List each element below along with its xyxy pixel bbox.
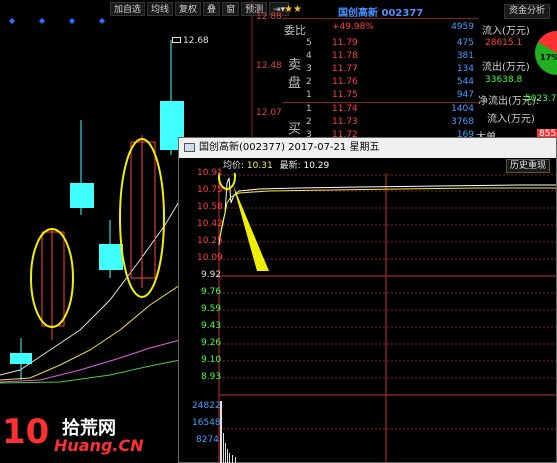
quote-panel: ★★ 国创高新 002377 资金分析 委比 +49.98% 4959 卖 盘 … <box>282 0 557 150</box>
inflow-label-2: 流入(万元) <box>487 114 535 125</box>
bid-row[interactable]: 1 11.74 1404 <box>282 104 478 118</box>
price-axis-label: 10.75 <box>197 185 223 195</box>
popup-titlebar[interactable]: 国创高新(002377) 2017-07-21 星期五 <box>179 138 556 158</box>
popup-infobar: 均价: 10.31 最新: 10.29 历史重现 <box>179 159 556 173</box>
price-axis-label: 9.10 <box>201 355 222 365</box>
outflow-label: 流出(万元) <box>482 62 530 73</box>
volume-axis-label: 24822 <box>192 401 221 411</box>
price-axis-label: 8.93 <box>201 372 222 382</box>
star-icon[interactable]: ★★ <box>284 4 302 15</box>
inflow-label: 流入(万元) <box>482 26 530 37</box>
volume-axis-label: 16548 <box>192 418 221 428</box>
site-watermark: 10 拾荒网 Huang.CN <box>2 412 144 460</box>
kline-axis-label: 12.48 <box>256 61 282 71</box>
fund-analysis-button[interactable]: 资金分析 <box>504 4 551 19</box>
high-price-label: 12.68 <box>172 36 209 46</box>
intraday-chart <box>218 173 556 463</box>
price-axis-label: 9.92 <box>201 270 222 280</box>
adjust-price-button[interactable]: 复权 <box>175 2 202 16</box>
price-axis-label: 10.25 <box>197 236 223 246</box>
candles <box>10 40 184 380</box>
price-axis-label: 9.43 <box>201 321 222 331</box>
ask-row[interactable]: 2 11.76 544 <box>282 77 478 91</box>
watermark-en: Huang.CN <box>54 436 144 455</box>
ask-row[interactable]: 4 11.78 381 <box>282 51 478 65</box>
outflow-value: 33638.8 <box>485 75 523 85</box>
volume-bars <box>220 401 236 463</box>
price-axis-label: 10.91 <box>197 168 223 178</box>
volume-axis-label: 8274 <box>196 435 219 445</box>
timeline-markers <box>9 18 105 24</box>
add-favorite-button[interactable]: 加自选 <box>110 2 146 16</box>
overlay-button[interactable]: 叠 <box>203 2 221 16</box>
kline-axis-label: 12.07 <box>256 108 282 118</box>
price-axis-label: 9.76 <box>201 287 222 297</box>
price-axis-label: 10.09 <box>197 253 223 263</box>
price-axis-label: 9.59 <box>201 304 222 314</box>
history-replay-button[interactable]: 历史重现 <box>505 159 550 173</box>
inflow-value: 28615.1 <box>485 38 523 48</box>
ask-row[interactable]: 5 11.79 475 <box>282 38 478 52</box>
kline-axis-label: 12.88 <box>256 12 282 22</box>
window-icon <box>184 143 195 152</box>
popup-title: 国创高新(002377) 2017-07-21 星期五 <box>199 142 380 153</box>
window-button[interactable]: 窗 <box>222 2 240 16</box>
watermark-number: 10 <box>2 412 50 452</box>
ask-row[interactable]: 3 11.77 134 <box>282 64 478 78</box>
price-axis-label: 10.42 <box>197 219 223 229</box>
price-axis-label: 9.26 <box>201 338 222 348</box>
netflow-value: 5023.7 <box>525 94 557 104</box>
bid-row[interactable]: 2 11.73 3768 <box>282 117 478 131</box>
pie-percent: 17% <box>540 53 557 62</box>
price-axis-label: 10.58 <box>197 202 223 212</box>
weibi-row: 委比 +49.98% 4959 <box>284 22 474 37</box>
flag-icon <box>172 37 181 43</box>
moving-average-button[interactable]: 均线 <box>147 2 174 16</box>
stock-name: 国创高新 002377 <box>338 8 424 19</box>
intraday-popup[interactable]: 国创高新(002377) 2017-07-21 星期五 均价: 10.31 最新… <box>178 137 557 463</box>
